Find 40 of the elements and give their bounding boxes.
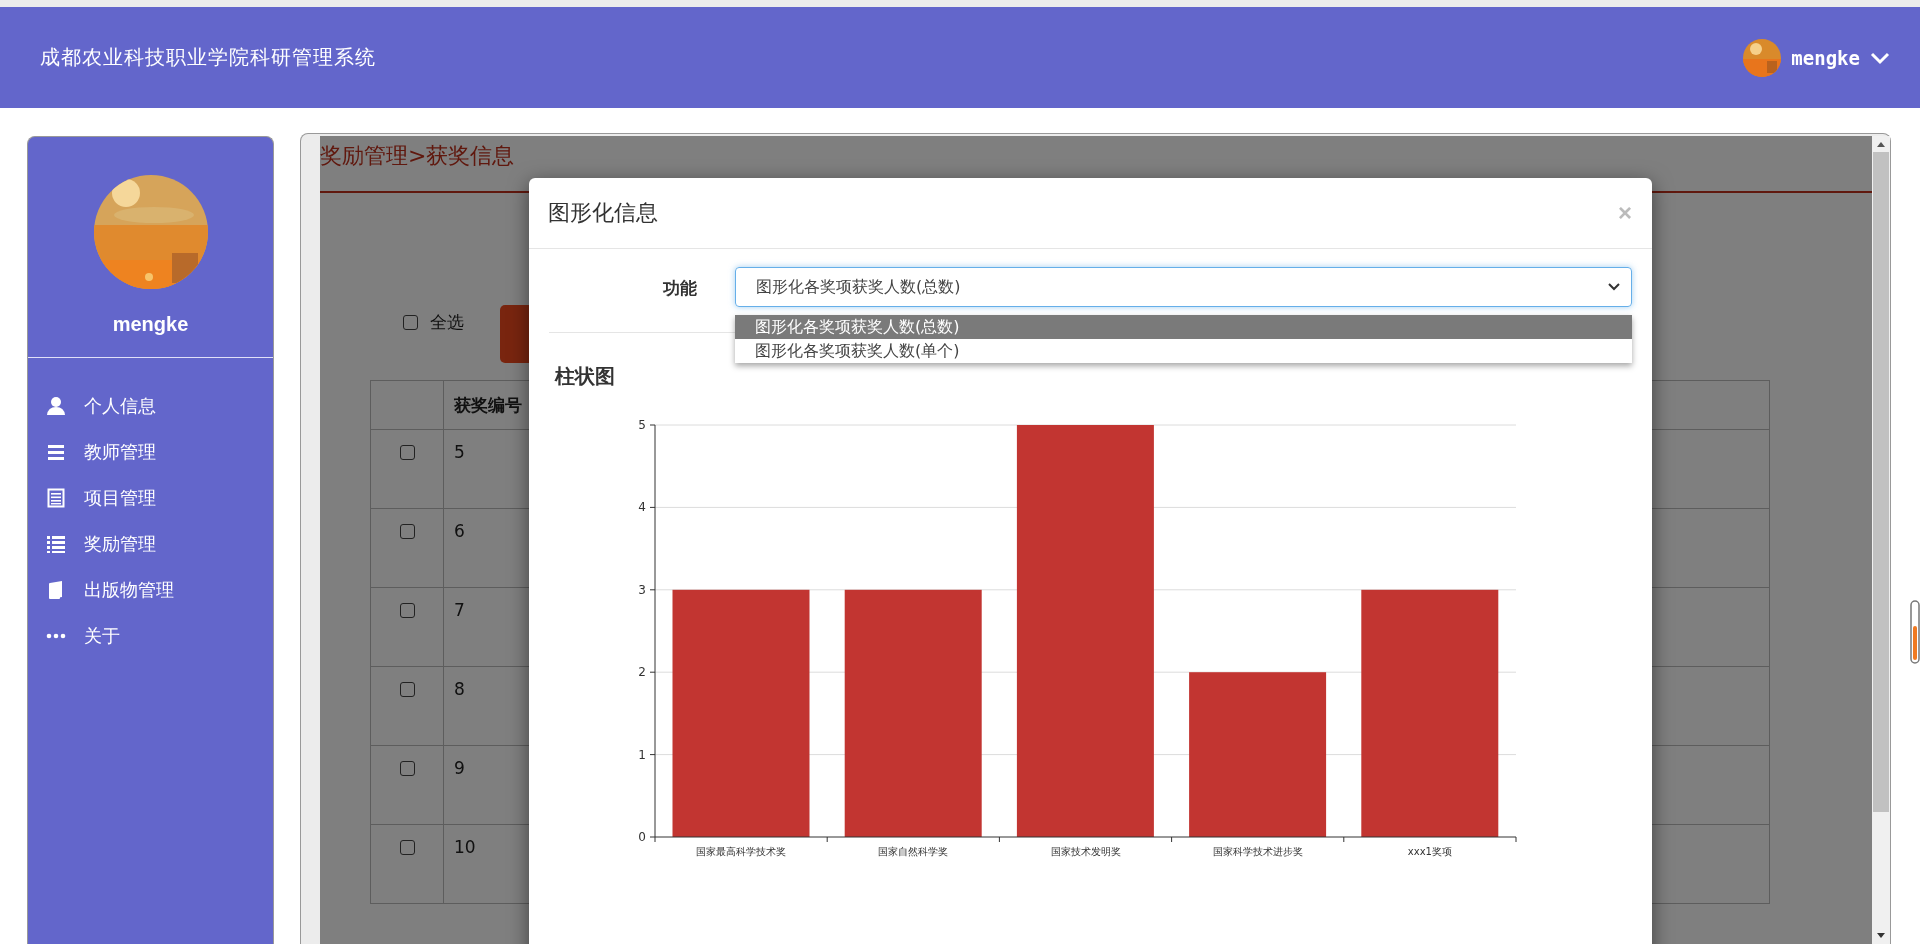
- modal-title: 图形化信息: [548, 199, 658, 227]
- app-title: 成都农业科技职业学院科研管理系统: [40, 44, 376, 71]
- checkbox[interactable]: [399, 445, 415, 460]
- x-tick-label: xxx1奖项: [1407, 846, 1452, 857]
- scrollbar[interactable]: [1872, 136, 1890, 944]
- sidebar-item[interactable]: 项目管理: [46, 482, 273, 513]
- person-icon: [46, 395, 66, 416]
- y-tick-label: 0: [638, 830, 646, 844]
- dropdown-option[interactable]: 图形化各奖项获奖人数(总数): [735, 315, 1632, 339]
- y-tick-label: 1: [638, 747, 646, 762]
- chevron-down-icon: [1607, 282, 1621, 292]
- checkbox[interactable]: [403, 315, 418, 330]
- sidebar-item[interactable]: 奖励管理: [46, 528, 273, 559]
- x-tick-label: 国家最高科学技术奖: [696, 846, 787, 857]
- checkbox[interactable]: [399, 603, 415, 618]
- y-tick-label: 2: [638, 665, 646, 680]
- sidebar-item[interactable]: 关于: [46, 620, 273, 651]
- document-icon: [46, 487, 66, 508]
- scroll-down-icon[interactable]: [1876, 932, 1886, 940]
- user-name[interactable]: mengke: [1791, 46, 1860, 69]
- list-icon: [46, 533, 66, 554]
- sidebar-item[interactable]: 教师管理: [46, 436, 273, 467]
- checkbox[interactable]: [399, 840, 415, 855]
- sidebar-item[interactable]: 出版物管理: [46, 574, 273, 605]
- select-field[interactable]: 图形化各奖项获奖人数(总数): [735, 267, 1632, 307]
- dropdown-option[interactable]: 图形化各奖项获奖人数(单个): [735, 339, 1632, 363]
- x-tick-label: 国家自然科学奖: [878, 846, 949, 857]
- profile-name: mengke: [112, 313, 189, 336]
- chevron-down-icon[interactable]: [1870, 50, 1890, 65]
- x-tick-label: 国家科学技术进步奖: [1212, 846, 1303, 857]
- checkbox[interactable]: [399, 682, 415, 697]
- x-tick-label: 国家技术发明奖: [1050, 846, 1121, 857]
- field-label: 功能: [662, 277, 697, 300]
- sidebar-item[interactable]: 个人信息: [46, 390, 273, 421]
- checkbox[interactable]: [399, 761, 415, 776]
- scroll-up-icon[interactable]: [1876, 140, 1886, 148]
- checkbox[interactable]: [399, 524, 415, 539]
- more-icon: [46, 632, 66, 639]
- y-tick-label: 5: [638, 418, 646, 432]
- select-all-label: 全选: [430, 311, 464, 334]
